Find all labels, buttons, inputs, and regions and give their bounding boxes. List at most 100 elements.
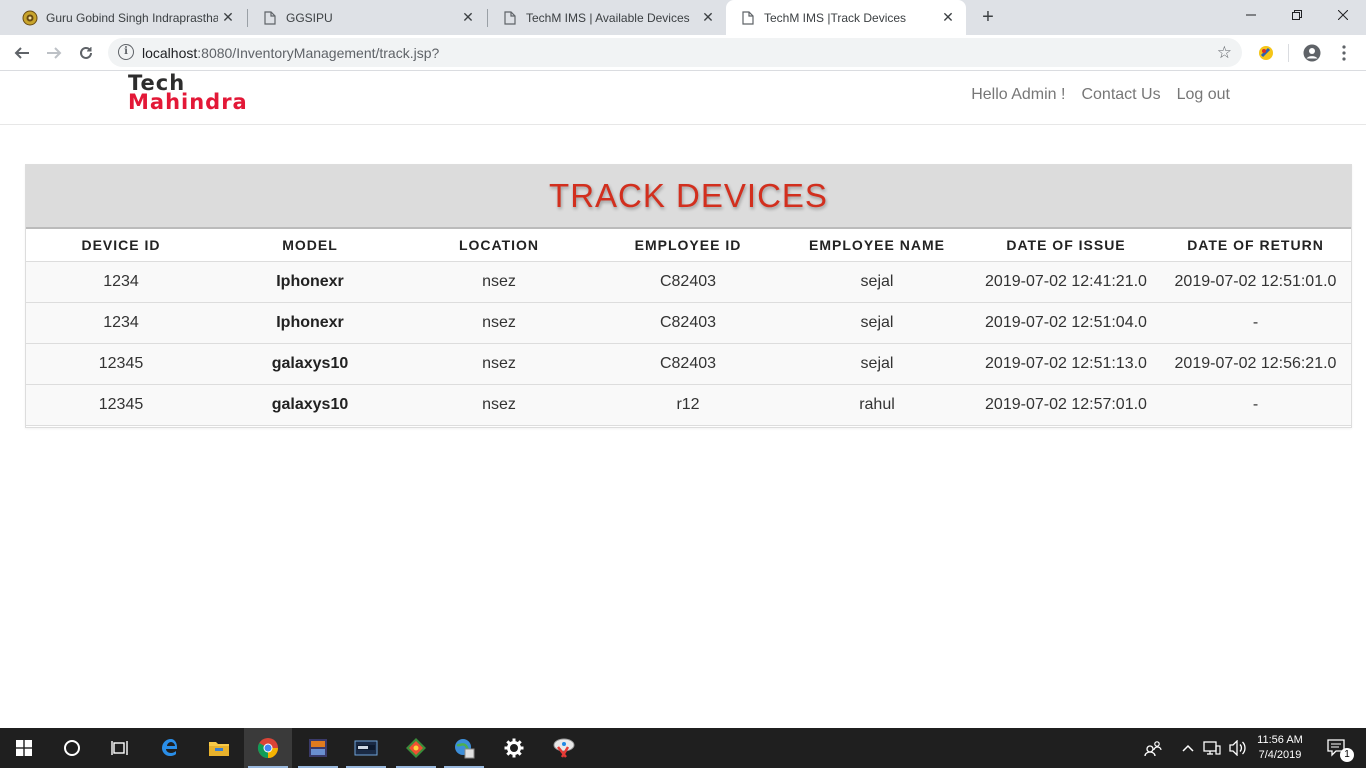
forward-button[interactable]	[40, 39, 68, 67]
page-icon	[740, 10, 756, 26]
column-header-date-of-return: DATE OF RETURN	[1160, 229, 1351, 262]
cortana-search-icon[interactable]	[48, 728, 96, 768]
column-header-location: LOCATION	[404, 229, 594, 262]
info-icon[interactable]: i	[118, 44, 134, 60]
column-header-model: MODEL	[216, 229, 404, 262]
column-header-date-of-issue: DATE OF ISSUE	[972, 229, 1160, 262]
back-button[interactable]	[8, 39, 36, 67]
file-explorer-icon[interactable]	[196, 728, 242, 768]
cell-device-id: 1234	[26, 261, 216, 303]
url-text[interactable]: localhost:8080/InventoryManagement/track…	[142, 45, 439, 61]
column-header-employee-name: EMPLOYEE NAME	[782, 229, 972, 262]
cell-date-of-return: -	[1160, 302, 1351, 344]
url-path: :8080/InventoryManagement/track.jsp?	[197, 45, 440, 61]
network-globe-icon[interactable]	[440, 728, 488, 768]
cell-device-id: 12345	[26, 384, 216, 426]
cell-employee-id: C82403	[594, 302, 782, 344]
close-icon[interactable]: ✕	[938, 9, 958, 26]
tab-title: TechM IMS | Available Devices	[526, 10, 690, 25]
snipping-tool-icon[interactable]	[540, 728, 588, 768]
settings-gear-icon[interactable]	[490, 728, 538, 768]
tab-title: TechM IMS |Track Devices	[764, 10, 907, 25]
cell-employee-name: sejal	[782, 343, 972, 385]
panel-header: TRACK DEVICES	[26, 165, 1351, 229]
browser-tab-ggsipu-home[interactable]: Guru Gobind Singh Indraprastha ✕	[8, 0, 246, 35]
show-hidden-icons-chevron-icon[interactable]	[1178, 728, 1198, 768]
logo-line2: Mahindra	[128, 90, 248, 114]
page-icon	[262, 10, 278, 26]
netbeans-ide-icon[interactable]	[294, 728, 342, 768]
network-status-icon[interactable]	[1200, 728, 1224, 768]
cell-model: galaxys10	[216, 343, 404, 385]
cell-device-id: 12345	[26, 343, 216, 385]
cell-model: Iphonexr	[216, 261, 404, 303]
menu-kebab-icon[interactable]	[1330, 39, 1358, 67]
cell-date-of-return: -	[1160, 384, 1351, 426]
clock[interactable]: 11:56 AM 7/4/2019	[1250, 728, 1310, 768]
browser-tab-track-devices[interactable]: TechM IMS |Track Devices ✕	[726, 0, 966, 35]
table-row: 1234 Iphonexr nsez C82403 sejal 2019-07-…	[26, 302, 1351, 344]
table-row: 12345 galaxys10 nsez C82403 sejal 2019-0…	[26, 343, 1351, 385]
task-view-icon[interactable]	[96, 728, 144, 768]
volume-icon[interactable]	[1226, 728, 1250, 768]
cell-location: nsez	[404, 384, 594, 426]
cell-device-id: 1234	[26, 302, 216, 344]
cell-model: galaxys10	[216, 384, 404, 426]
cell-employee-id: C82403	[594, 261, 782, 303]
cell-date-of-return: 2019-07-02 12:51:01.0	[1160, 261, 1351, 303]
cell-employee-name: sejal	[782, 261, 972, 303]
extension-icon[interactable]	[1252, 39, 1280, 67]
windows-taskbar: 11:56 AM 7/4/2019 1	[0, 728, 1366, 768]
cell-date-of-issue: 2019-07-02 12:41:21.0	[972, 261, 1160, 303]
chrome-browser-icon[interactable]	[244, 728, 292, 768]
clock-date: 7/4/2019	[1258, 749, 1302, 761]
edge-browser-icon[interactable]	[148, 728, 194, 768]
tab-title: Guru Gobind Singh Indraprastha	[46, 10, 218, 25]
page-content: Tech Mahindra Hello Admin ! Contact Us L…	[0, 71, 1366, 728]
mysql-workbench-icon[interactable]	[342, 728, 390, 768]
table-row: 1234 Iphonexr nsez C82403 sejal 2019-07-…	[26, 261, 1351, 303]
close-icon[interactable]: ✕	[218, 9, 238, 26]
action-center-icon[interactable]: 1	[1318, 728, 1356, 768]
cell-employee-name: sejal	[782, 302, 972, 344]
cell-date-of-issue: 2019-07-02 12:51:13.0	[972, 343, 1160, 385]
browser-tabstrip: Guru Gobind Singh Indraprastha ✕ GGSIPU …	[0, 0, 1366, 35]
new-tab-button[interactable]: +	[976, 5, 1000, 29]
cell-location: nsez	[404, 261, 594, 303]
address-bar[interactable]: i localhost:8080/InventoryManagement/tra…	[108, 38, 1242, 67]
hello-admin-link[interactable]: Hello Admin !	[971, 86, 1065, 104]
tech-mahindra-logo[interactable]: Tech Mahindra	[128, 73, 248, 114]
close-icon[interactable]: ✕	[458, 9, 478, 26]
cell-employee-id: C82403	[594, 343, 782, 385]
cell-model: Iphonexr	[216, 302, 404, 344]
people-icon[interactable]	[1140, 728, 1166, 768]
tab-title: GGSIPU	[286, 10, 333, 25]
browser-tab-available-devices[interactable]: TechM IMS | Available Devices ✕	[488, 0, 726, 35]
url-host: localhost	[142, 45, 198, 61]
close-window-button[interactable]	[1320, 0, 1366, 30]
table-row: 12345 galaxys10 nsez r12 rahul 2019-07-0…	[26, 384, 1351, 426]
toolbar-divider	[1288, 44, 1289, 62]
profile-avatar-icon[interactable]	[1298, 39, 1326, 67]
track-devices-panel: TRACK DEVICES DEVICE ID MODEL LOCATION E…	[25, 164, 1352, 428]
cell-employee-id: r12	[594, 384, 782, 426]
logout-link[interactable]: Log out	[1177, 86, 1230, 104]
minimize-button[interactable]	[1228, 0, 1274, 30]
table-header-row: DEVICE ID MODEL LOCATION EMPLOYEE ID EMP…	[26, 229, 1351, 262]
bookmark-star-icon[interactable]: ☆	[1217, 43, 1232, 63]
column-header-device-id: DEVICE ID	[26, 229, 216, 262]
restore-button[interactable]	[1274, 0, 1320, 30]
notification-count-badge: 1	[1340, 748, 1354, 762]
track-devices-table: DEVICE ID MODEL LOCATION EMPLOYEE ID EMP…	[26, 229, 1351, 426]
reload-button[interactable]	[72, 39, 100, 67]
browser-toolbar: i localhost:8080/InventoryManagement/tra…	[0, 35, 1366, 71]
cell-date-of-issue: 2019-07-02 12:57:01.0	[972, 384, 1160, 426]
contact-us-link[interactable]: Contact Us	[1081, 86, 1160, 104]
close-icon[interactable]: ✕	[698, 9, 718, 26]
browser-tab-ggsipu[interactable]: GGSIPU ✕	[248, 0, 486, 35]
site-navbar: Tech Mahindra Hello Admin ! Contact Us L…	[0, 71, 1366, 125]
windows-start-icon[interactable]	[0, 728, 48, 768]
page-icon	[502, 10, 518, 26]
git-client-icon[interactable]	[392, 728, 440, 768]
cell-date-of-return: 2019-07-02 12:56:21.0	[1160, 343, 1351, 385]
